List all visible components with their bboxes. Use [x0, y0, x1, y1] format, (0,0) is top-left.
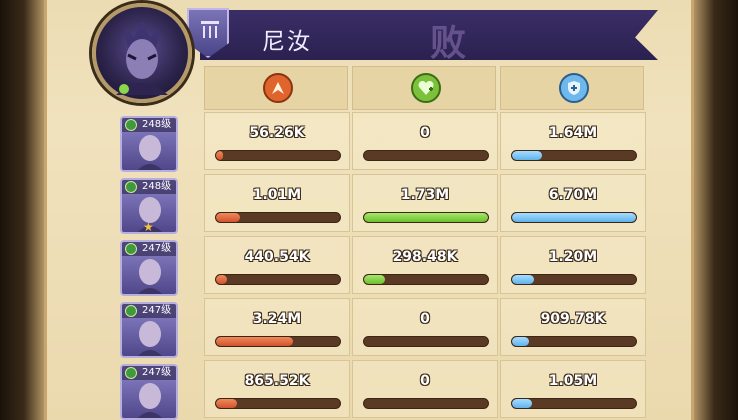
tank-column-header [500, 66, 644, 110]
taken-cell: 1.64M [500, 112, 646, 170]
heal-cell: 0 [352, 112, 498, 170]
damage-bar [215, 336, 341, 347]
taken-bar [511, 398, 637, 409]
heal-column-header [352, 66, 496, 110]
star-icon: ★ [143, 220, 154, 234]
defeat-stamp: 败 [430, 22, 467, 64]
heal-value: 298.48K [392, 249, 458, 265]
heal-cell: 298.48K [352, 236, 498, 294]
heal-bar [363, 398, 489, 409]
hero-row: 247级 3.24M 0 909.78K [100, 298, 660, 358]
taken-cell: 1.05M [500, 360, 646, 418]
hero-row: 247级 440.54K 298.48K 1.20M [100, 236, 660, 296]
hero-row: 248级 56.26K 0 1.64M [100, 112, 660, 172]
heal-value: 1.73M [400, 187, 450, 203]
damage-value: 865.52K [244, 373, 310, 389]
heal-bar-fill [364, 213, 488, 222]
heal-cell: 1.73M [352, 174, 498, 232]
damage-cell: 440.54K [204, 236, 350, 294]
hero-row: 247级 865.52K 0 1.05M [100, 360, 660, 420]
damage-cell: 1.01M [204, 174, 350, 232]
taken-bar [511, 274, 637, 285]
damage-cell: 865.52K [204, 360, 350, 418]
damage-cell: 56.26K [204, 112, 350, 170]
faction-icon [125, 181, 137, 193]
damage-bar-fill [216, 399, 238, 408]
shield-icon [559, 73, 589, 103]
damage-cell: 3.24M [204, 298, 350, 356]
hero-level: 248级 [122, 118, 176, 132]
damage-bar-fill [216, 213, 240, 222]
taken-bar-fill [512, 337, 530, 346]
damage-column-header [204, 66, 348, 110]
heal-cell: 0 [352, 298, 498, 356]
heal-value: 0 [420, 311, 430, 327]
damage-value: 3.24M [252, 311, 302, 327]
damage-bar-fill [216, 275, 228, 284]
heal-bar-fill [364, 275, 386, 284]
taken-bar-fill [512, 213, 636, 222]
player-name: 尼汝 [262, 29, 312, 55]
heal-bar [363, 150, 489, 161]
heal-icon [411, 73, 441, 103]
damage-value: 440.54K [244, 249, 310, 265]
player-avatar[interactable] [92, 3, 192, 103]
taken-cell: 6.70M [500, 174, 646, 232]
heal-bar [363, 212, 489, 223]
hero-level: 247级 [122, 366, 176, 380]
heal-bar [363, 274, 489, 285]
hero-level: 247级 [122, 242, 176, 256]
heal-value: 0 [420, 373, 430, 389]
damage-bar [215, 150, 341, 161]
hero-avatar[interactable]: 247级 [120, 302, 178, 358]
damage-bar-fill [216, 337, 293, 346]
taken-bar [511, 150, 637, 161]
damage-bar-fill [216, 151, 224, 160]
damage-bar [215, 212, 341, 223]
taken-bar-fill [512, 275, 535, 284]
taken-value: 1.64M [548, 125, 598, 141]
taken-cell: 1.20M [500, 236, 646, 294]
taken-value: 6.70M [548, 187, 598, 203]
hero-level: 248级 [122, 180, 176, 194]
heal-cell: 0 [352, 360, 498, 418]
damage-icon [263, 73, 293, 103]
taken-bar [511, 212, 637, 223]
taken-bar-fill [512, 151, 542, 160]
hero-avatar[interactable]: 247级 [120, 240, 178, 296]
hero-level: 247级 [122, 304, 176, 318]
faction-icon [125, 243, 137, 255]
faction-icon [125, 367, 137, 379]
hero-avatar[interactable]: 248级 [120, 116, 178, 172]
hero-row: 248级 ★ 1.01M 1.73M 6.70M [100, 174, 660, 234]
heal-value: 0 [420, 125, 430, 141]
taken-value: 909.78K [540, 311, 606, 327]
damage-value: 1.01M [252, 187, 302, 203]
damage-value: 56.26K [249, 125, 305, 141]
heal-bar [363, 336, 489, 347]
taken-bar [511, 336, 637, 347]
damage-bar [215, 274, 341, 285]
hero-avatar[interactable]: 248级 ★ [120, 178, 178, 234]
faction-icon [125, 305, 137, 317]
hero-avatar[interactable]: 247级 [120, 364, 178, 420]
taken-value: 1.05M [548, 373, 598, 389]
taken-cell: 909.78K [500, 298, 646, 356]
faction-icon [125, 119, 137, 131]
damage-bar [215, 398, 341, 409]
taken-bar-fill [512, 399, 532, 408]
taken-value: 1.20M [548, 249, 598, 265]
